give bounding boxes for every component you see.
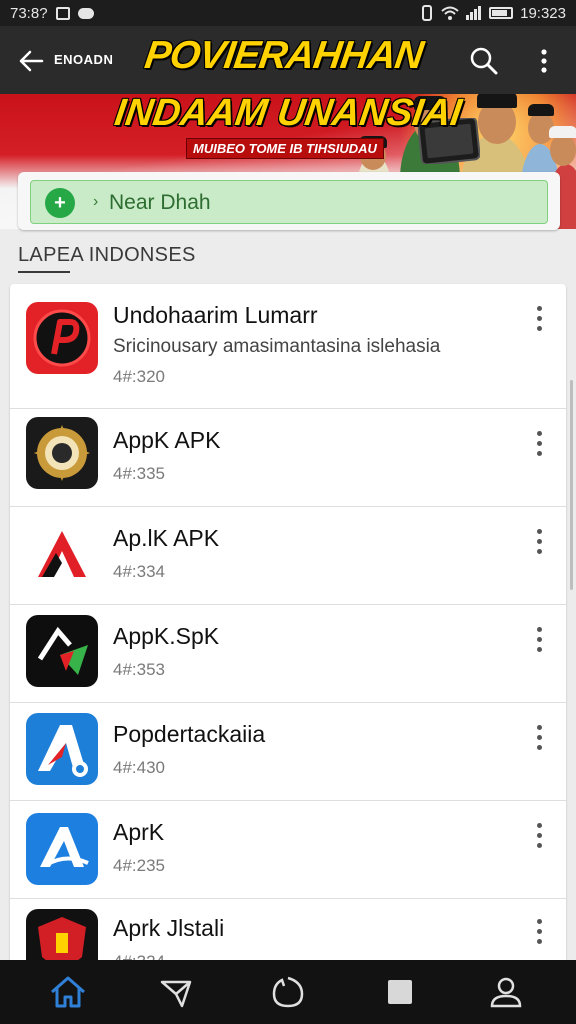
plus-badge-icon: +: [45, 188, 75, 218]
send-icon[interactable]: [156, 972, 196, 1012]
item-more-icon[interactable]: [528, 625, 550, 655]
more-vert-icon[interactable]: [532, 46, 556, 76]
circle-icon[interactable]: [268, 972, 308, 1012]
app-meta: 4#:353: [113, 660, 165, 679]
list-item[interactable]: AppK.SpK 4#:353: [10, 605, 566, 703]
signal-icon: [466, 6, 482, 20]
item-more-icon[interactable]: [528, 304, 550, 334]
app-meta: 4#:334: [113, 562, 165, 581]
app-name: AppK.SpK: [113, 623, 220, 649]
app-meta: 4#:335: [113, 464, 165, 483]
chevron-right-icon: ›: [93, 193, 99, 210]
search-input[interactable]: + › Near Dhah: [30, 180, 548, 224]
blue-a-logo-icon: [26, 713, 98, 785]
app-description: Sricinousary amasimantasina islehasia: [113, 336, 441, 357]
wifi-icon: [441, 6, 459, 20]
banner-tagline: MUIBEO TOME IB TIHSIUDAU: [186, 138, 384, 159]
app-name: Popdertackaiia: [113, 721, 266, 747]
section-underline: [18, 271, 70, 273]
list-item[interactable]: AppK APK 4#:335: [10, 409, 566, 507]
person-cap: [549, 126, 576, 138]
person-cap: [528, 104, 554, 116]
red-p-logo-icon: [26, 302, 98, 374]
blue-a-swoosh-icon: [26, 813, 98, 885]
search-icon[interactable]: [469, 46, 499, 76]
red-a-logo-icon: [26, 519, 98, 591]
status-time-left: 73:8?: [10, 4, 48, 22]
search-card: + › Near Dhah: [18, 172, 560, 230]
app-screen: 73:8? 19:323 ENOADN INDAAM UNANSIAI MUIB…: [0, 0, 576, 1024]
app-list: Undohaarim Lumarr Sricinousary amasimant…: [10, 284, 566, 974]
list-item[interactable]: Ap.lK APK 4#:334: [10, 507, 566, 605]
app-name: AprK: [113, 819, 165, 845]
app-name: Aprk Jlstali: [113, 915, 225, 941]
back-arrow-icon[interactable]: [16, 46, 46, 76]
status-time-right: 19:323: [520, 4, 566, 22]
list-item[interactable]: AprK 4#:235: [10, 801, 566, 899]
search-input-value: Near Dhah: [109, 191, 211, 214]
bottom-nav: [0, 960, 576, 1024]
banner-headline-line1: POVIERAHHAN: [142, 34, 426, 77]
notification-icon: [55, 6, 70, 20]
status-right: 19:323: [420, 5, 566, 22]
item-more-icon[interactable]: [528, 429, 550, 459]
banner-headline-line2: INDAAM UNANSIAI: [112, 94, 465, 134]
item-more-icon[interactable]: [528, 527, 550, 557]
section-title: LAPEA INDONSES: [18, 244, 196, 266]
list-item[interactable]: Undohaarim Lumarr Sricinousary amasimant…: [10, 284, 566, 409]
square-icon[interactable]: [380, 972, 420, 1012]
app-meta: 4#:430: [113, 758, 165, 777]
item-more-icon[interactable]: [528, 821, 550, 851]
list-item[interactable]: Popdertackaiia 4#:430: [10, 703, 566, 801]
status-left: 73:8?: [10, 5, 94, 22]
person-cap: [477, 94, 517, 108]
vibrate-icon: [422, 5, 433, 21]
sun-emblem-icon: [26, 417, 98, 489]
app-name: Undohaarim Lumarr: [113, 302, 318, 328]
app-name: AppK APK: [113, 427, 221, 453]
person-face: [550, 134, 576, 166]
app-bar-label: ENOADN: [54, 52, 114, 67]
item-more-icon[interactable]: [528, 917, 550, 947]
green-arrow-logo-icon: [26, 615, 98, 687]
app-name: Ap.lK APK: [113, 525, 220, 551]
battery-icon: [489, 7, 514, 19]
app-meta: 4#:235: [113, 856, 165, 875]
home-icon[interactable]: [48, 972, 88, 1012]
profile-icon[interactable]: [486, 972, 526, 1012]
scrollbar-thumb[interactable]: [570, 380, 573, 590]
app-meta: 4#:320: [113, 367, 165, 386]
item-more-icon[interactable]: [528, 723, 550, 753]
status-bar: 73:8? 19:323: [0, 0, 576, 26]
cloud-icon: [77, 7, 94, 19]
